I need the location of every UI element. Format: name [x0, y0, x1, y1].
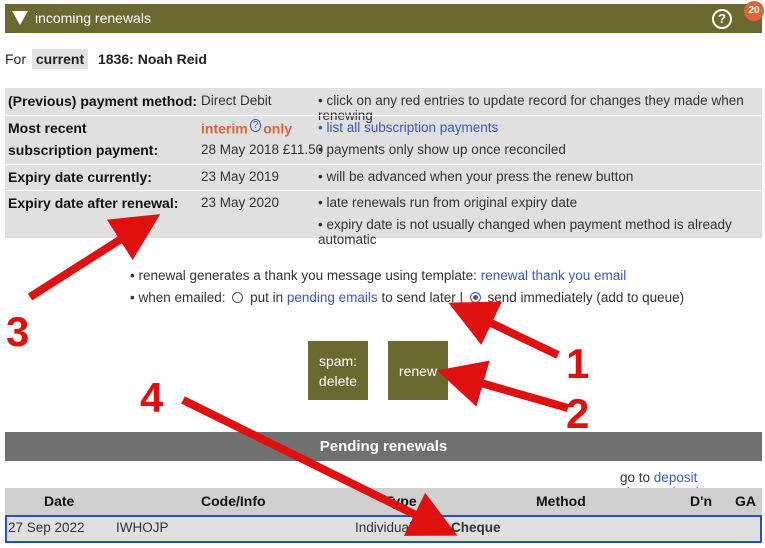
status-chip: current	[31, 49, 89, 69]
payment-method-note: • click on any red entries to update rec…	[318, 93, 744, 123]
payment-method-value: Direct Debit	[201, 93, 272, 108]
pending-renewals-header: Pending renewals	[5, 432, 762, 461]
col-dn[interactable]: D'n	[690, 493, 712, 509]
pending-emails-link[interactable]: pending emails	[287, 290, 378, 305]
send-immediately-radio[interactable]	[469, 292, 481, 303]
member-name: 1836: Noah Reid	[98, 51, 207, 67]
expiry-current-note: • will be advanced when your press the r…	[318, 169, 634, 184]
recent-payment-label-1: Most recent	[8, 120, 87, 136]
col-type[interactable]: Type	[385, 493, 417, 509]
col-code[interactable]: Code/Info	[201, 493, 266, 509]
spam-delete-button[interactable]: spam: delete	[308, 341, 368, 400]
col-method[interactable]: Method	[536, 493, 586, 509]
pending-suffix: to send later |	[381, 290, 463, 305]
header-title: incoming renewals	[35, 10, 151, 26]
col-date[interactable]: Date	[44, 493, 74, 509]
pending-table-header: Date Code/Info Type Method D'n GA	[5, 488, 762, 515]
goto-prefix: go to	[620, 470, 651, 485]
payment-status-word[interactable]: interim	[201, 121, 248, 137]
expiry-after-label: Expiry date after renewal:	[8, 195, 179, 211]
reconciled-note: • payments only show up once reconciled	[318, 142, 566, 157]
row-divider	[5, 115, 762, 116]
recent-payment-label-2: subscription payment:	[8, 142, 159, 158]
payment-method-label: (Previous) payment method:	[8, 93, 198, 109]
payment-status[interactable]: interim? only	[201, 119, 292, 137]
automatic-payment-note: • expiry date is not usually changed whe…	[318, 217, 732, 247]
recent-payment-value: 28 May 2018 £11.50	[201, 142, 324, 157]
spam-label: spam:	[318, 352, 358, 369]
list-payments-link[interactable]: • list all subscription payments	[318, 120, 498, 135]
expiry-current-value: 23 May 2019	[201, 169, 280, 184]
collapse-triangle-icon[interactable]	[12, 11, 28, 25]
help-icon[interactable]: ?	[712, 9, 732, 29]
payment-status-suffix[interactable]: only	[263, 121, 292, 137]
delete-label: delete	[318, 372, 358, 389]
renew-button[interactable]: renew	[388, 341, 448, 400]
header-bar[interactable]: incoming renewals ?	[5, 4, 762, 33]
table-row[interactable]: 27 Sep 2022 IWHOJP Individual Cheque	[5, 515, 762, 543]
annotation-number-2: 2	[566, 390, 589, 437]
renewal-info-panel: (Previous) payment method: Direct Debit …	[5, 88, 762, 247]
member-line: For current 1836: Noah Reid	[5, 49, 207, 69]
col-ga[interactable]: GA	[735, 493, 756, 509]
annotation-arrow-1	[448, 301, 560, 359]
row-divider	[5, 164, 762, 165]
email-options: • renewal generates a thank you message …	[130, 268, 684, 305]
for-prefix: For	[5, 51, 26, 67]
pending-prefix: put in	[250, 290, 284, 305]
expiry-after-value: 23 May 2020	[201, 195, 280, 210]
row-type: Individual	[355, 520, 413, 535]
row-code: IWHOJP	[116, 520, 169, 535]
send-immediately-label[interactable]: send immediately (add to queue)	[488, 290, 685, 305]
row-method[interactable]: Cheque	[451, 520, 501, 535]
annotation-arrow-2	[436, 360, 570, 412]
annotation-number-4: 4	[140, 374, 164, 421]
expiry-current-label: Expiry date currently:	[8, 169, 152, 185]
row-date: 27 Sep 2022	[8, 520, 85, 535]
late-renewal-note: • late renewals run from original expiry…	[318, 195, 578, 210]
template-prefix: • renewal generates a thank you message …	[130, 268, 477, 283]
template-line: • renewal generates a thank you message …	[130, 268, 684, 290]
notification-badge[interactable]: 20	[744, 1, 764, 21]
send-mode-line: • when emailed: put in pending emails to…	[130, 290, 684, 305]
pending-radio[interactable]	[232, 292, 244, 303]
status-help-icon[interactable]: ?	[249, 119, 262, 132]
row-divider	[5, 190, 762, 191]
template-link[interactable]: renewal thank you email	[481, 268, 627, 283]
annotation-number-3: 3	[6, 308, 29, 355]
annotation-number-1: 1	[566, 340, 589, 387]
send-mode-prefix: • when emailed:	[130, 290, 226, 305]
